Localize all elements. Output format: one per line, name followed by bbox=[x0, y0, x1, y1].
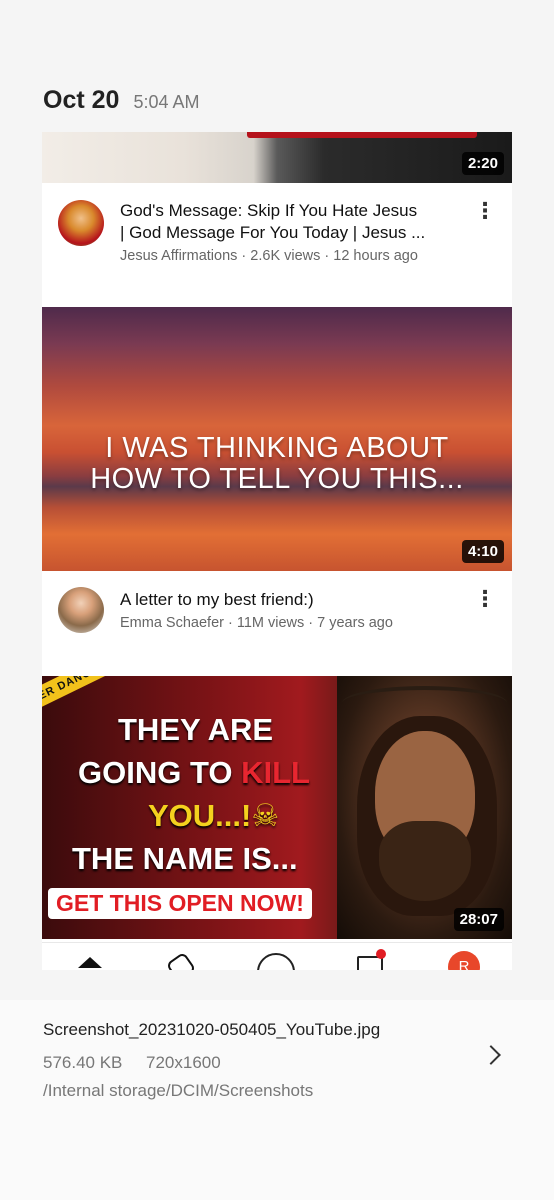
jesus-portrait bbox=[337, 676, 512, 939]
headline-line-1: THEY ARE bbox=[118, 712, 274, 747]
file-name: Screenshot_20231020-050405_YouTube.jpg bbox=[43, 1020, 381, 1039]
thumbnail-caption: I WAS THINKING ABOUT HOW TO TELL YOU THI… bbox=[42, 433, 512, 495]
profile-avatar[interactable]: R bbox=[448, 951, 480, 970]
video-title-line-1: God's Message: Skip If You Hate Jesus bbox=[120, 201, 418, 220]
duration-badge: 4:10 bbox=[461, 540, 504, 563]
file-path: /Internal storage/DCIM/Screenshots bbox=[43, 1081, 314, 1100]
file-info-panel[interactable]: Screenshot_20231020-050405_YouTube.jpg 5… bbox=[0, 1000, 554, 1200]
video-meta-2[interactable]: A letter to my best friend:) Emma Schaef… bbox=[42, 571, 512, 661]
file-size: 576.40 KB bbox=[43, 1053, 123, 1072]
headline-line-2a: GOING TO bbox=[78, 755, 242, 790]
gallery-date: Oct 20 bbox=[43, 86, 120, 114]
video-meta-1[interactable]: God's Message: Skip If You Hate Jesus | … bbox=[42, 183, 512, 273]
thumbnail-cta: GET THIS OPEN NOW! bbox=[48, 888, 312, 919]
chevron-right-icon[interactable] bbox=[481, 1045, 501, 1065]
home-icon[interactable] bbox=[78, 957, 102, 968]
thumbnail-caption-line-2: HOW TO TELL YOU THIS... bbox=[90, 463, 464, 495]
video-channel-meta: Emma Schaefer · 11M views · 7 years ago bbox=[120, 615, 393, 631]
video-thumbnail-1[interactable]: 2:20 bbox=[42, 132, 512, 183]
video-title[interactable]: A letter to my best friend:) bbox=[120, 589, 465, 611]
video-thumbnail-3[interactable]: DANGER DANGER DA THEY ARE GOING TO KILL … bbox=[42, 676, 512, 939]
headline-line-3: YOU...!☠ bbox=[148, 798, 280, 833]
video-title[interactable]: God's Message: Skip If You Hate Jesus | … bbox=[120, 200, 465, 244]
gallery-time: 5:04 AM bbox=[133, 92, 200, 112]
crown-of-thorns-icon bbox=[342, 686, 507, 720]
thumbnail-caption-line-1: I WAS THINKING ABOUT bbox=[105, 432, 449, 464]
thumb-banner-fragment bbox=[247, 132, 477, 138]
bottom-nav: R bbox=[42, 942, 512, 970]
duration-badge: 28:07 bbox=[453, 908, 504, 931]
shorts-icon[interactable] bbox=[165, 951, 197, 970]
more-options-icon[interactable]: ⋮ bbox=[474, 588, 496, 612]
video-channel-meta: Jesus Affirmations · 2.6K views · 12 hou… bbox=[120, 248, 418, 264]
date-header: Oct 20 5:04 AM bbox=[43, 86, 199, 115]
headline-line-4: THE NAME IS... bbox=[72, 841, 298, 876]
headline-line-2b: KILL bbox=[241, 755, 310, 790]
create-icon[interactable] bbox=[257, 953, 295, 970]
notification-dot bbox=[376, 949, 386, 959]
headline-line-2: GOING TO KILL bbox=[56, 751, 356, 794]
channel-avatar[interactable] bbox=[58, 200, 104, 246]
thumbnail-headline: THEY ARE GOING TO KILL YOU...!☠ THE NAME… bbox=[56, 708, 356, 880]
channel-avatar[interactable] bbox=[58, 587, 104, 633]
video-thumbnail-2[interactable]: I WAS THINKING ABOUT HOW TO TELL YOU THI… bbox=[42, 307, 512, 571]
more-options-icon[interactable]: ⋮ bbox=[474, 200, 496, 224]
duration-badge: 2:20 bbox=[461, 152, 504, 175]
file-dimensions: 720x1600 bbox=[146, 1053, 221, 1072]
video-title-line-2: | God Message For You Today | Jesus ... bbox=[120, 223, 426, 242]
beard-shape bbox=[379, 821, 471, 901]
screenshot-preview[interactable]: 2:20 God's Message: Skip If You Hate Jes… bbox=[42, 132, 512, 970]
